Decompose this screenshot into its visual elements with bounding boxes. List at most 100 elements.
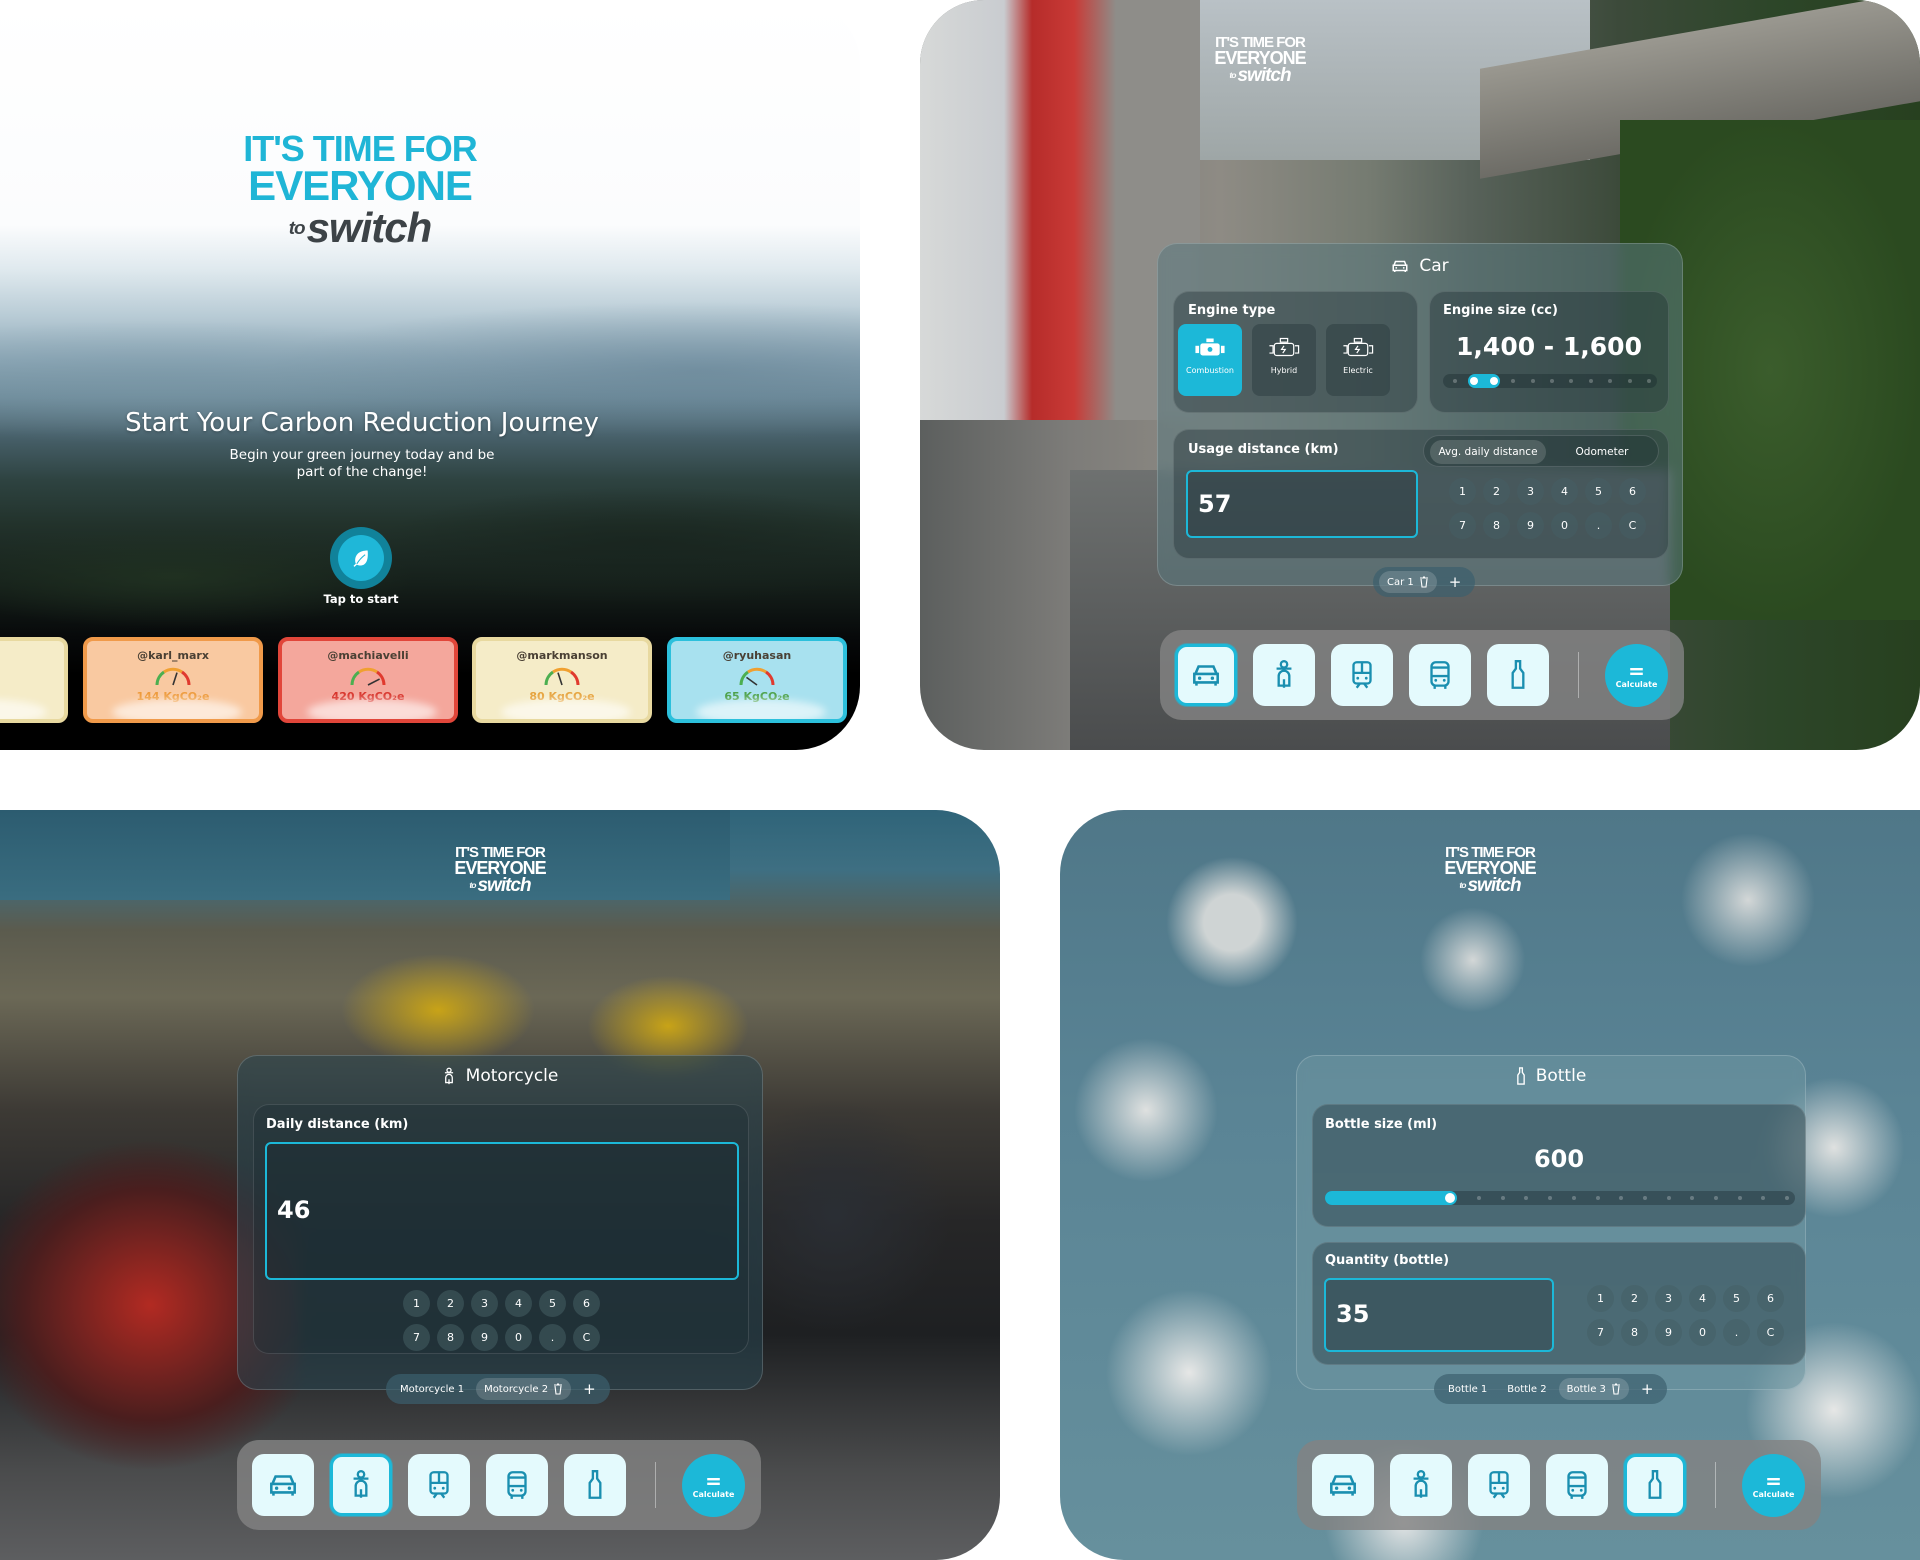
slider-knob[interactable]: [1489, 377, 1498, 385]
logo-switch: switch: [1467, 875, 1521, 897]
keypad-key[interactable]: .: [1585, 512, 1612, 539]
keypad-key[interactable]: 7: [1587, 1319, 1614, 1346]
add-bottle-button[interactable]: +: [1633, 1380, 1662, 1398]
leaderboard-card[interactable]: @markmanson 80 KgCO₂e: [472, 637, 652, 723]
keypad-key[interactable]: 1: [1587, 1285, 1614, 1312]
keypad-key[interactable]: C: [1619, 512, 1646, 539]
keypad-key[interactable]: 2: [437, 1290, 464, 1317]
nav-divider: [1715, 1462, 1716, 1508]
keypad-key[interactable]: 2: [1483, 478, 1510, 505]
slider-knob[interactable]: [1444, 1193, 1455, 1203]
leaderboard-card[interactable]: ...pe...e: [0, 637, 68, 723]
keypad-key[interactable]: 9: [1655, 1319, 1682, 1346]
nav-car-button[interactable]: [1312, 1454, 1374, 1516]
keypad-key[interactable]: 8: [1621, 1319, 1648, 1346]
keypad-key[interactable]: 0: [1689, 1319, 1716, 1346]
engine-type-label: Engine type: [1188, 303, 1276, 318]
leaderboard-card[interactable]: @karl_marx 144 KgCO₂e: [83, 637, 263, 723]
keypad-key[interactable]: 1: [1449, 478, 1476, 505]
bottle-tab[interactable]: Bottle 3: [1558, 1378, 1629, 1400]
nav-bottle-button[interactable]: [1487, 644, 1549, 706]
keypad-key[interactable]: 3: [471, 1290, 498, 1317]
keypad-key[interactable]: 4: [505, 1290, 532, 1317]
engine-size-range-handle[interactable]: [1468, 374, 1500, 388]
keypad-key[interactable]: 0: [505, 1324, 532, 1351]
leaderboard-card[interactable]: @machiavelli 420 KgCO₂e: [278, 637, 458, 723]
start-button-inner: [338, 535, 384, 581]
motorcycle-tab[interactable]: Motorcycle 2: [476, 1378, 572, 1400]
engine-size-slider[interactable]: [1443, 374, 1657, 388]
nav-train-button[interactable]: [1331, 644, 1393, 706]
motorcycle-tab[interactable]: Motorcycle 1: [392, 1378, 472, 1400]
keypad-key[interactable]: 6: [573, 1290, 600, 1317]
nav-motorcycle-button[interactable]: [1390, 1454, 1452, 1516]
nav-bus-button[interactable]: [486, 1454, 548, 1516]
keypad-key[interactable]: 2: [1621, 1285, 1648, 1312]
keypad-key[interactable]: 6: [1757, 1285, 1784, 1312]
engine-option-electric[interactable]: Electric: [1326, 324, 1390, 396]
keypad-key[interactable]: .: [539, 1324, 566, 1351]
logo-switch: switch: [306, 204, 433, 252]
motorcycle-tab-label: Motorcycle 1: [400, 1383, 465, 1395]
trash-icon[interactable]: [553, 1383, 563, 1395]
bottle-tab[interactable]: Bottle 2: [1499, 1378, 1554, 1400]
usage-distance-input[interactable]: 57: [1186, 470, 1418, 538]
calculate-button[interactable]: = Calculate: [682, 1454, 745, 1517]
keypad-key[interactable]: 3: [1517, 478, 1544, 505]
keypad-key[interactable]: C: [1757, 1319, 1784, 1346]
keypad-key[interactable]: 8: [1483, 512, 1510, 539]
bottle-tab[interactable]: Bottle 1: [1440, 1378, 1495, 1400]
nav-bottle-button[interactable]: [564, 1454, 626, 1516]
nav-motorcycle-button[interactable]: [1253, 644, 1315, 706]
nav-bus-button[interactable]: [1409, 644, 1471, 706]
nav-car-button[interactable]: [1175, 644, 1237, 706]
keypad-key[interactable]: 4: [1689, 1285, 1716, 1312]
daily-distance-section: Daily distance (km) 46 123456 7890. C: [253, 1104, 749, 1354]
calculate-button[interactable]: = Calculate: [1605, 644, 1668, 707]
keypad-key[interactable]: 7: [403, 1324, 430, 1351]
keypad-key[interactable]: 5: [1585, 478, 1612, 505]
keypad-key[interactable]: 8: [437, 1324, 464, 1351]
keypad-key[interactable]: 5: [539, 1290, 566, 1317]
nav-car-button[interactable]: [252, 1454, 314, 1516]
keypad-key[interactable]: 0: [1551, 512, 1578, 539]
keypad-key[interactable]: 4: [1551, 478, 1578, 505]
equals-icon: =: [705, 1469, 722, 1493]
keypad-key[interactable]: .: [1723, 1319, 1750, 1346]
keypad-key[interactable]: 9: [1517, 512, 1544, 539]
calculate-button[interactable]: = Calculate: [1742, 1454, 1805, 1517]
bottle-size-slider[interactable]: [1325, 1191, 1795, 1205]
engine-size-value: 1,400 - 1,600: [1456, 332, 1642, 361]
start-button[interactable]: [330, 527, 392, 589]
slider-knob[interactable]: [1470, 377, 1479, 385]
slider-tick: [1619, 1196, 1624, 1200]
trash-icon[interactable]: [1611, 1383, 1621, 1395]
engine-option-hybrid[interactable]: Hybrid: [1252, 324, 1316, 396]
trash-icon[interactable]: [1419, 576, 1429, 588]
bottle-icon: [1511, 660, 1525, 689]
keypad-key[interactable]: 1: [403, 1290, 430, 1317]
nav-bottle-button[interactable]: [1624, 1454, 1686, 1516]
daily-distance-input[interactable]: 46: [265, 1142, 739, 1280]
keypad-key[interactable]: C: [573, 1324, 600, 1351]
quantity-input[interactable]: 35: [1324, 1278, 1554, 1352]
nav-train-button[interactable]: [1468, 1454, 1530, 1516]
car-tab[interactable]: Car 1: [1379, 571, 1437, 593]
keypad-key[interactable]: 9: [471, 1324, 498, 1351]
keypad-key[interactable]: 7: [1449, 512, 1476, 539]
distance-mode-avg-daily[interactable]: Avg. daily distance: [1430, 440, 1546, 464]
engine-option-combustion[interactable]: Combustion: [1178, 324, 1242, 396]
nav-motorcycle-button[interactable]: [330, 1454, 392, 1516]
category-nav-bar: = Calculate: [1297, 1440, 1821, 1530]
nav-train-button[interactable]: [408, 1454, 470, 1516]
leaderboard-card[interactable]: @ryuhasan 65 KgCO₂e: [667, 637, 847, 723]
app-logo: IT'S TIME FOR EVERYONE toswitch: [1195, 35, 1325, 85]
distance-mode-odometer[interactable]: Odometer: [1552, 440, 1652, 464]
keypad-key[interactable]: 6: [1619, 478, 1646, 505]
keypad-key[interactable]: 5: [1723, 1285, 1750, 1312]
add-car-button[interactable]: +: [1441, 573, 1470, 591]
keypad-key[interactable]: 3: [1655, 1285, 1682, 1312]
car-tab-label: Car 1: [1387, 576, 1414, 588]
add-motorcycle-button[interactable]: +: [575, 1380, 604, 1398]
nav-bus-button[interactable]: [1546, 1454, 1608, 1516]
